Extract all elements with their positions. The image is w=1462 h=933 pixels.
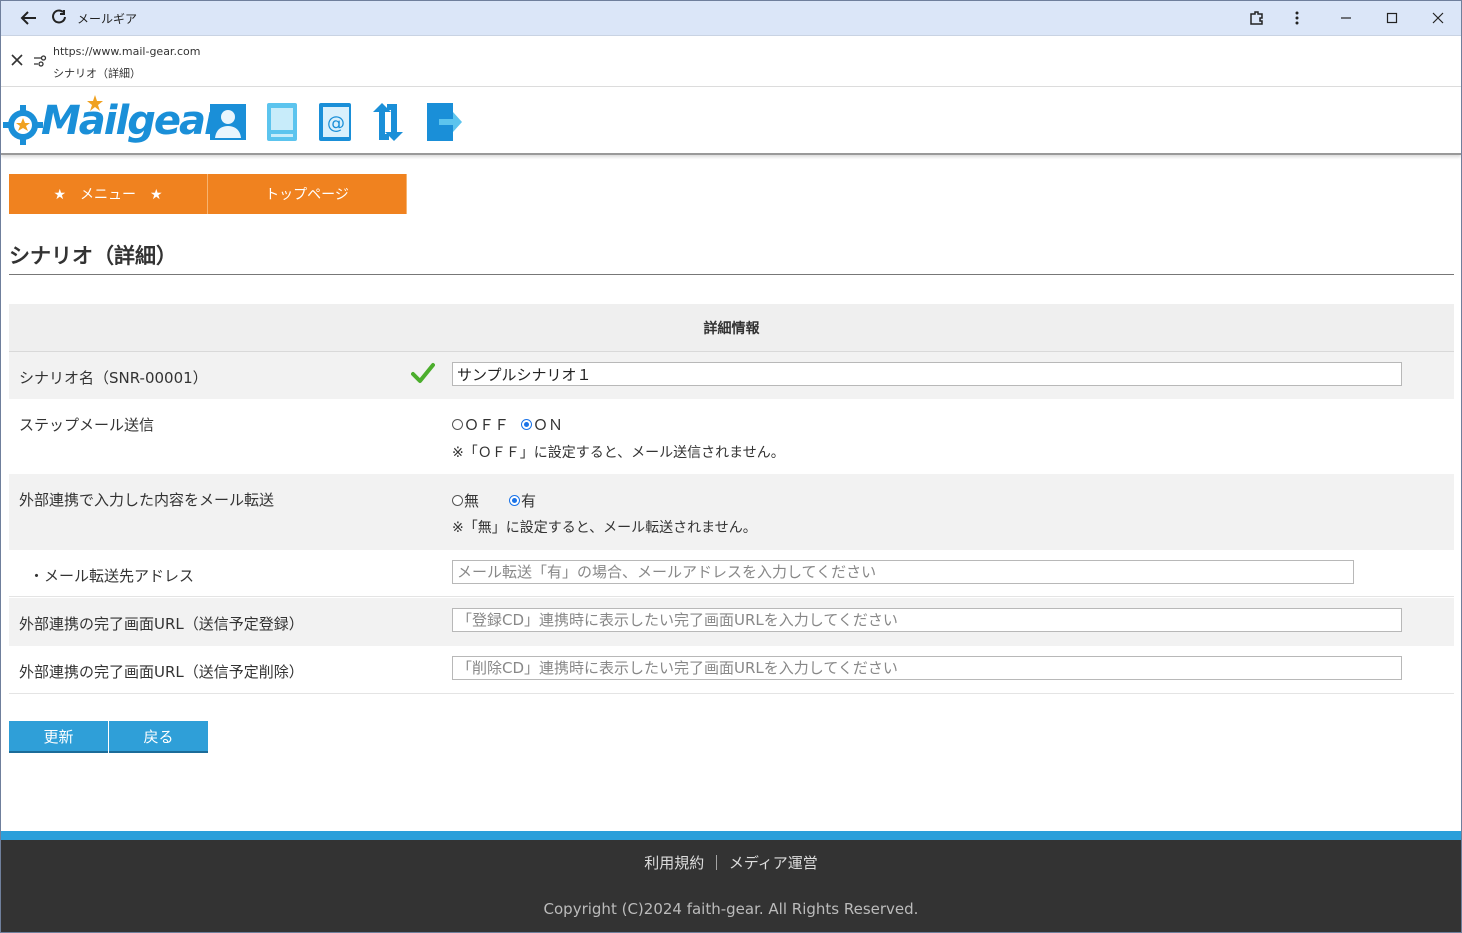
user-icon[interactable] [209,102,247,142]
tab-page-title: シナリオ（詳細） [53,67,141,80]
minimize-icon[interactable] [1333,6,1359,30]
address-book-icon[interactable]: @ [316,102,354,142]
step-off-radio[interactable] [452,419,463,430]
step-mail-radio-group: ＯＦＦ ＯＮ [452,414,563,435]
menu-button[interactable]: ★ メニュー ★ [9,174,208,214]
document-icon[interactable] [263,102,301,142]
forward-yes-radio[interactable] [509,495,521,506]
step-off-label[interactable]: ＯＦＦ [464,414,509,435]
page-title: シナリオ（詳細） [9,244,177,268]
delete-url-input[interactable] [452,656,1402,680]
extensions-icon[interactable] [1244,6,1270,30]
kebab-menu-icon[interactable] [1284,6,1310,30]
register-url-label: 外部連携の完了画面URL（送信予定登録） [19,615,304,633]
update-button[interactable]: 更新 [9,721,108,753]
back-button[interactable]: 戻る [109,721,208,753]
scenario-name-label: シナリオ名（SNR-00001） [19,369,208,387]
row-forward-address: ・メール転送先アドレス [9,550,1454,597]
svg-text:@: @ [327,113,345,134]
table-header: 詳細情報 [9,304,1454,352]
forward-yes-label[interactable]: 有 [521,490,536,511]
footer: 利用規約 ｜ メディア運営 Copyright (C)2024 faith-ge… [1,840,1461,932]
row-scenario-name: シナリオ名（SNR-00001） [9,352,1454,399]
media-link[interactable]: メディア運営 [729,854,818,872]
footer-accent-bar [1,831,1461,840]
step-mail-label: ステップメール送信 [19,416,155,434]
row-delete-url: 外部連携の完了画面URL（送信予定削除） [9,646,1454,694]
row-register-url: 外部連携の完了画面URL（送信予定登録） [9,598,1454,646]
top-page-button-label: トップページ [265,187,349,203]
back-arrow-icon[interactable] [19,8,39,28]
address-strip: https://www.mail-gear.com シナリオ（詳細） [1,36,1461,87]
forward-label: 外部連携で入力した内容をメール転送 [19,491,275,509]
footer-links: 利用規約 ｜ メディア運営 [1,852,1461,873]
row-forward: 外部連携で入力した内容をメール転送 無 有 ※「無」に設定すると、メール転送され… [9,474,1454,550]
window-title: メールギア [77,12,138,26]
footer-separator: ｜ [709,854,725,872]
forward-no-radio[interactable] [452,495,463,506]
logo-text: Mailgear [41,98,224,144]
update-button-label: 更新 [43,727,74,746]
maximize-icon[interactable] [1379,6,1405,30]
sync-icon[interactable] [369,102,407,142]
gear-icon [3,105,43,145]
forward-address-label: ・メール転送先アドレス [29,567,195,585]
url-text[interactable]: https://www.mail-gear.com [53,45,200,58]
forward-no-label[interactable]: 無 [464,490,479,511]
logout-icon[interactable] [425,102,463,142]
browser-window: メールギア https://www.mail-gear.com シナリオ（詳細） [0,0,1462,933]
mailgear-logo[interactable]: Mailgear [3,95,224,149]
close-icon[interactable] [10,53,24,67]
forward-note: ※「無」に設定すると、メール転送されません。 [452,520,757,536]
scenario-name-input[interactable] [452,362,1402,386]
top-page-button[interactable]: トップページ [208,174,407,214]
reload-icon[interactable] [49,8,69,28]
checkmark-icon [411,363,435,383]
terms-link[interactable]: 利用規約 [644,854,704,872]
step-on-radio[interactable] [521,419,533,430]
menu-button-label: ★ メニュー ★ [53,187,163,203]
register-url-input[interactable] [452,608,1402,632]
back-button-label: 戻る [143,727,174,746]
title-bar: メールギア [1,1,1461,36]
close-window-icon[interactable] [1425,6,1451,30]
site-settings-icon[interactable] [33,54,47,68]
delete-url-label: 外部連携の完了画面URL（送信予定削除） [19,663,304,681]
title-divider [9,274,1454,275]
forward-address-input[interactable] [452,560,1354,584]
step-mail-note: ※「ＯＦＦ」に設定すると、メール送信されません。 [452,445,785,461]
copyright-text: Copyright (C)2024 faith-gear. All Rights… [543,900,919,918]
forward-radio-group: 無 有 [452,490,536,511]
step-on-label[interactable]: ＯＮ [533,414,563,435]
row-step-mail: ステップメール送信 ＯＦＦ ＯＮ ※「ＯＦＦ」に設定すると、メール送信されません… [9,399,1454,474]
